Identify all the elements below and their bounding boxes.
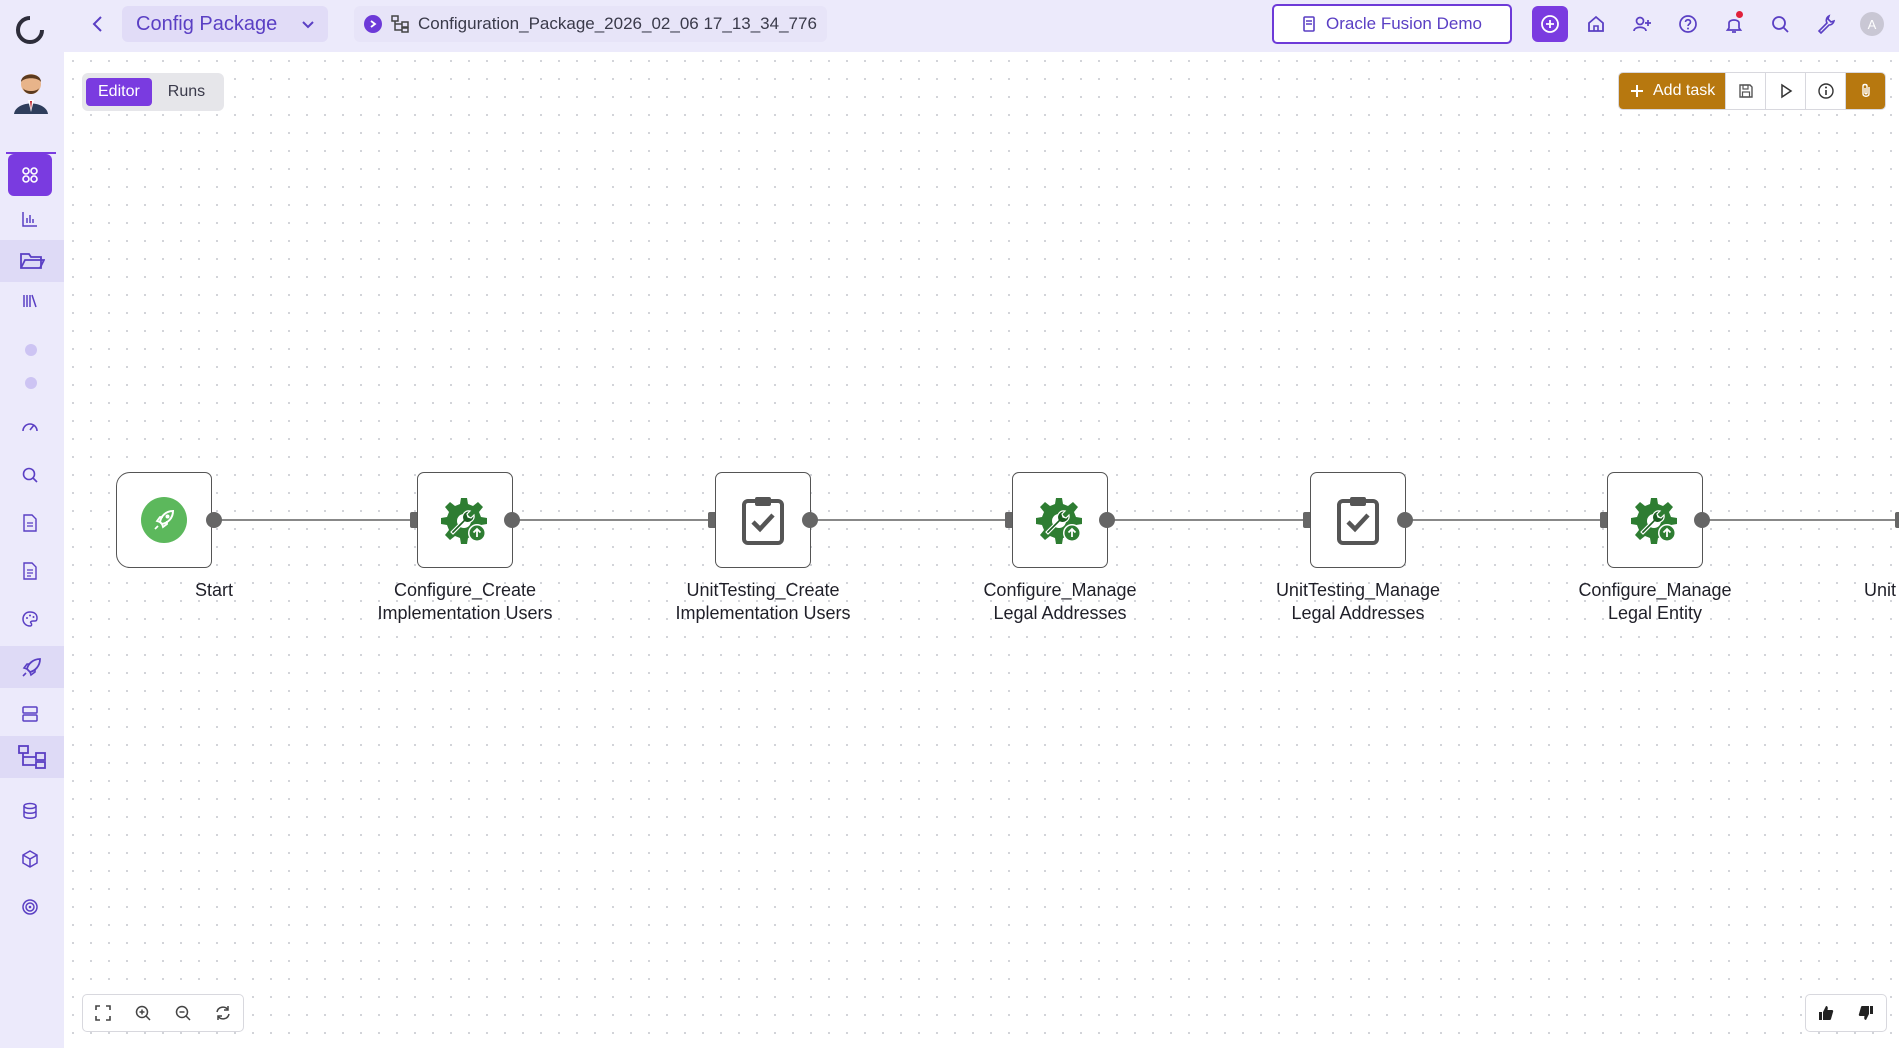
target-icon xyxy=(22,899,38,915)
node-label-configure-create: Configure_Create Implementation Users xyxy=(377,580,553,623)
package-breadcrumb[interactable]: Configuration_Package_2026_02_06 17_13_3… xyxy=(354,6,827,42)
wrench-icon[interactable] xyxy=(1808,6,1844,42)
node-output-handle[interactable] xyxy=(1397,512,1413,528)
hierarchy-icon xyxy=(18,745,46,769)
library-icon xyxy=(23,294,37,308)
palette-icon xyxy=(22,611,38,627)
document-list-icon xyxy=(23,562,37,580)
sidebar-dot xyxy=(25,344,37,356)
node-label-start: Start xyxy=(194,580,233,600)
node-input-handle[interactable] xyxy=(1895,512,1899,528)
flow-node-unittesting-create-implementation-users[interactable] xyxy=(715,472,811,568)
thumbs-up-button[interactable] xyxy=(1806,995,1846,1031)
package-type-label: Config Package xyxy=(136,12,278,35)
gear-wrench-upload-icon xyxy=(1631,498,1677,544)
hierarchy-icon xyxy=(391,15,409,33)
zoom-out-button[interactable] xyxy=(163,995,203,1031)
notification-badge xyxy=(1736,11,1743,18)
server-icon xyxy=(22,706,38,722)
node-label-unittesting-partial: Unit xyxy=(1864,580,1897,600)
node-label-unittesting-create: UnitTesting_Create Implementation Users xyxy=(675,580,851,623)
workflow-canvas[interactable]: Editor Runs Add task Start Configure_Cre… xyxy=(64,52,1899,1048)
flow-node-configure-manage-legal-entity[interactable] xyxy=(1607,472,1703,568)
sidebar-item-servers[interactable] xyxy=(8,693,52,735)
node-label-configure-legal-addresses: Configure_Manage Legal Addresses xyxy=(983,580,1137,623)
node-label-unittesting-legal-addresses: UnitTesting_Manage Legal Addresses xyxy=(1275,580,1441,623)
node-output-handle[interactable] xyxy=(802,512,818,528)
modules-icon xyxy=(22,167,38,183)
home-icon[interactable] xyxy=(1578,6,1614,42)
document-icon xyxy=(23,514,37,532)
node-output-handle[interactable] xyxy=(504,512,520,528)
node-output-handle[interactable] xyxy=(1099,512,1115,528)
zoom-controls xyxy=(82,994,244,1032)
thumbs-down-icon xyxy=(1858,1006,1873,1020)
sidebar-item-documents[interactable] xyxy=(8,502,52,544)
add-circle-icon[interactable] xyxy=(1532,6,1568,42)
gear-wrench-upload-icon xyxy=(1036,498,1082,544)
sidebar-item-workflows[interactable] xyxy=(0,736,64,778)
rocket-icon xyxy=(141,497,187,543)
refresh-icon xyxy=(216,1006,230,1020)
app-logo[interactable] xyxy=(12,12,48,48)
dashboard-gauge-icon xyxy=(22,423,38,432)
environment-label: Oracle Fusion Demo xyxy=(1326,14,1482,33)
sidebar-item-packages[interactable] xyxy=(8,838,52,880)
zoom-in-button[interactable] xyxy=(123,995,163,1031)
chart-icon xyxy=(22,212,37,227)
flow-node-unittesting-manage-legal-addresses[interactable] xyxy=(1310,472,1406,568)
package-name: Configuration_Package_2026_02_06 17_13_3… xyxy=(418,14,817,33)
sidebar-item-analytics[interactable] xyxy=(8,198,52,240)
node-output-handle[interactable] xyxy=(1694,512,1710,528)
reset-view-button[interactable] xyxy=(203,995,243,1031)
flow-node-start[interactable] xyxy=(116,472,212,568)
feedback-controls xyxy=(1805,994,1887,1032)
sidebar-item-targets[interactable] xyxy=(8,886,52,928)
sidebar-item-deploy[interactable] xyxy=(0,646,64,688)
sidebar-dot xyxy=(25,377,37,389)
back-button[interactable] xyxy=(84,10,112,38)
top-bar: Config Package Configuration_Package_202… xyxy=(0,0,1899,52)
zoom-out-icon xyxy=(175,1005,191,1021)
folder-icon xyxy=(20,253,45,269)
chevron-right-circle-icon xyxy=(364,15,382,33)
chevron-down-icon xyxy=(302,21,314,29)
box-icon xyxy=(22,850,38,868)
user-initial: A xyxy=(1860,12,1884,36)
left-sidebar xyxy=(0,52,64,1048)
thumbs-down-button[interactable] xyxy=(1846,995,1886,1031)
rocket-icon xyxy=(22,658,41,677)
zoom-in-icon xyxy=(135,1005,151,1021)
sidebar-item-document-list[interactable] xyxy=(8,550,52,592)
thumbs-up-icon xyxy=(1819,1006,1834,1020)
clipboard-check-icon xyxy=(1337,497,1379,545)
clipboard-check-icon xyxy=(742,497,784,545)
user-avatar-button[interactable]: A xyxy=(1854,6,1890,42)
search-icon[interactable] xyxy=(1762,6,1798,42)
fit-view-button[interactable] xyxy=(83,995,123,1031)
document-icon xyxy=(1303,16,1315,32)
help-icon[interactable] xyxy=(1670,6,1706,42)
user-avatar[interactable] xyxy=(10,68,52,116)
node-output-handle[interactable] xyxy=(206,512,222,528)
search-icon xyxy=(22,467,38,483)
fullscreen-icon xyxy=(95,1005,111,1021)
package-type-select[interactable]: Config Package xyxy=(122,6,328,42)
flow-node-configure-create-implementation-users[interactable] xyxy=(417,472,513,568)
user-add-icon[interactable] xyxy=(1624,6,1660,42)
flow-node-configure-manage-legal-addresses[interactable] xyxy=(1012,472,1108,568)
sidebar-item-modules[interactable] xyxy=(8,154,52,196)
bell-icon[interactable] xyxy=(1716,6,1752,42)
database-icon xyxy=(23,802,37,819)
node-label-configure-legal-entity: Configure_Manage Legal Entity xyxy=(1578,580,1732,623)
sidebar-item-database[interactable] xyxy=(8,790,52,832)
sidebar-item-search[interactable] xyxy=(8,454,52,496)
sidebar-item-themes[interactable] xyxy=(8,598,52,640)
gear-wrench-upload-icon xyxy=(441,498,487,544)
top-icon-group: A xyxy=(1532,6,1890,42)
environment-button[interactable]: Oracle Fusion Demo xyxy=(1272,4,1512,44)
sidebar-item-folders[interactable] xyxy=(0,240,64,282)
sidebar-item-library[interactable] xyxy=(8,280,52,322)
sidebar-item-performance[interactable] xyxy=(8,406,52,448)
